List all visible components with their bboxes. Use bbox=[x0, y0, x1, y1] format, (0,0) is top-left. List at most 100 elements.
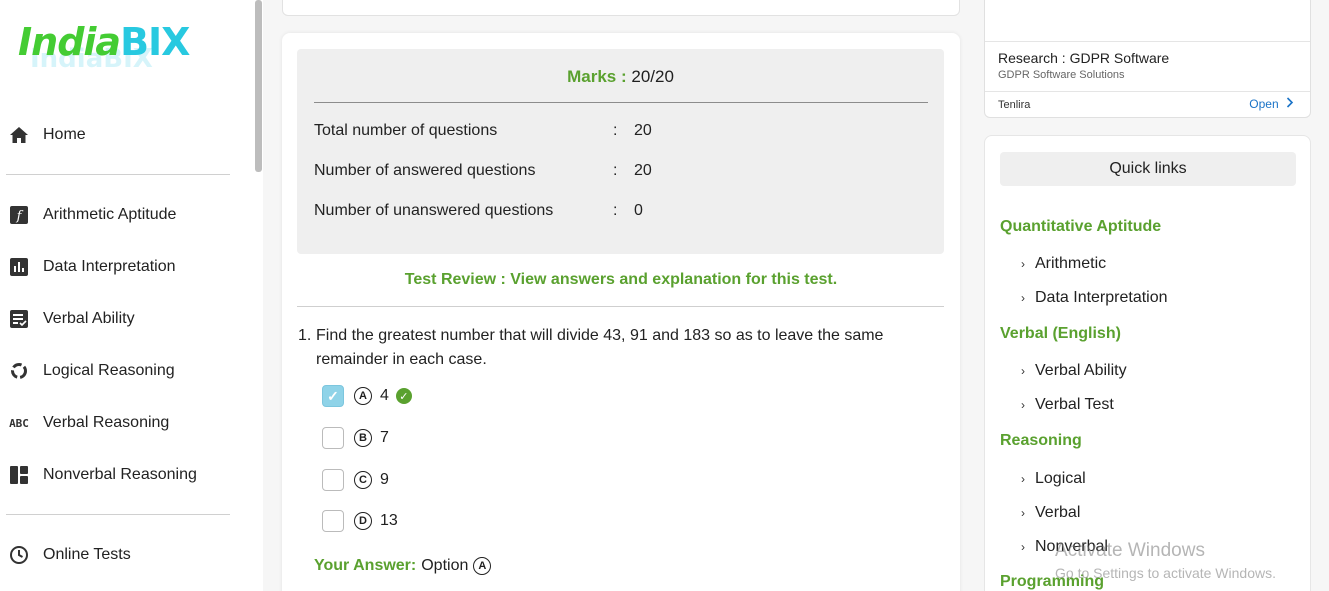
quick-link-label: Verbal Test bbox=[1035, 396, 1114, 413]
marks-summary: Marks : 20/20 Total number of questions … bbox=[297, 49, 944, 254]
option-value: 4 bbox=[380, 387, 389, 404]
option-checkbox[interactable] bbox=[322, 427, 344, 449]
chevron-right-icon: › bbox=[1021, 472, 1025, 486]
quick-link-verbal-ability[interactable]: › Verbal Ability bbox=[1021, 362, 1127, 380]
chevron-right-icon: › bbox=[1021, 506, 1025, 520]
sidebar-item-arithmetic-aptitude[interactable]: f Arithmetic Aptitude bbox=[8, 200, 248, 230]
stat-value: 20 bbox=[634, 162, 652, 179]
logo-text: IndiaBIX bbox=[18, 20, 190, 64]
stat-label: Number of unanswered questions bbox=[314, 202, 554, 219]
option-letter: D bbox=[354, 512, 372, 530]
ad-open-button[interactable]: Open bbox=[1249, 97, 1294, 111]
your-answer-label: Your Answer: bbox=[314, 557, 417, 574]
dashboard-icon bbox=[8, 464, 30, 486]
quick-link-data-interpretation[interactable]: › Data Interpretation bbox=[1021, 289, 1168, 307]
stat-total-questions: Total number of questions : 20 bbox=[314, 122, 652, 140]
quick-link-arithmetic[interactable]: › Arithmetic bbox=[1021, 255, 1106, 273]
quick-link-label: Verbal bbox=[1035, 504, 1081, 521]
sidebar-item-data-interpretation[interactable]: Data Interpretation bbox=[8, 252, 248, 282]
stat-value: 20 bbox=[634, 122, 652, 139]
quick-link-verbal-test[interactable]: › Verbal Test bbox=[1021, 396, 1114, 414]
quick-link-logical[interactable]: › Logical bbox=[1021, 470, 1086, 488]
chevron-right-icon: › bbox=[1021, 540, 1025, 554]
sidebar-item-online-tests[interactable]: Online Tests bbox=[8, 540, 248, 570]
sidebar: IndiaBIX IndiaBIX Home f Arithmetic Apti… bbox=[0, 0, 263, 591]
your-answer-letter: A bbox=[473, 557, 492, 575]
quick-link-label: Data Interpretation bbox=[1035, 289, 1168, 306]
home-icon bbox=[8, 124, 30, 146]
ad-divider bbox=[985, 91, 1310, 92]
stat-label: Total number of questions bbox=[314, 122, 498, 139]
activate-windows-watermark: Activate Windows bbox=[1055, 540, 1205, 561]
quick-links-section-quantitative[interactable]: Quantitative Aptitude bbox=[1000, 218, 1161, 236]
sidebar-item-verbal-ability[interactable]: Verbal Ability bbox=[8, 304, 248, 334]
sidebar-item-label: Verbal Ability bbox=[43, 310, 135, 327]
ad-subtitle: GDPR Software Solutions bbox=[998, 69, 1125, 81]
marks-label: Marks : bbox=[567, 67, 627, 86]
option-a[interactable]: ✓ A 4 ✓ bbox=[322, 385, 412, 407]
sidebar-item-logical-reasoning[interactable]: Logical Reasoning bbox=[8, 356, 248, 386]
ad-title[interactable]: Research : GDPR Software bbox=[998, 50, 1169, 66]
your-answer-text: Option bbox=[421, 557, 469, 574]
stat-answered-questions: Number of answered questions : 20 bbox=[314, 162, 652, 180]
chevron-right-icon: › bbox=[1021, 257, 1025, 271]
option-letter: A bbox=[354, 387, 372, 405]
quick-link-verbal[interactable]: › Verbal bbox=[1021, 504, 1080, 522]
sidebar-item-label: Nonverbal Reasoning bbox=[43, 466, 197, 483]
ad-card[interactable]: Research : GDPR Software GDPR Software S… bbox=[984, 0, 1311, 118]
stat-unanswered-questions: Number of unanswered questions : 0 bbox=[314, 202, 643, 220]
option-checkbox[interactable] bbox=[322, 469, 344, 491]
sidebar-item-label: Verbal Reasoning bbox=[43, 414, 170, 431]
sidebar-item-label: Home bbox=[43, 126, 86, 143]
sidebar-item-nonverbal-reasoning[interactable]: Nonverbal Reasoning bbox=[8, 460, 248, 490]
sidebar-item-label: Data Interpretation bbox=[43, 258, 176, 275]
question-text: Find the greatest number that will divid… bbox=[316, 327, 884, 368]
clock-icon bbox=[8, 544, 30, 566]
sidebar-scrollbar[interactable] bbox=[255, 0, 262, 172]
option-b[interactable]: B 7 bbox=[322, 427, 389, 449]
chevron-right-icon bbox=[1286, 97, 1294, 111]
quick-links-section-reasoning[interactable]: Reasoning bbox=[1000, 432, 1082, 450]
stat-value: 0 bbox=[634, 202, 643, 219]
your-answer: Your Answer: Option A bbox=[314, 557, 492, 575]
option-checkbox-checked[interactable]: ✓ bbox=[322, 385, 344, 407]
cycle-icon bbox=[8, 360, 30, 382]
correct-check-icon: ✓ bbox=[395, 388, 412, 404]
quick-links-card: Quick links Quantitative Aptitude › Arit… bbox=[984, 135, 1311, 591]
quick-links-section-verbal[interactable]: Verbal (English) bbox=[1000, 325, 1121, 343]
marks-value: 20/20 bbox=[631, 67, 674, 86]
activate-windows-hint: Go to Settings to activate Windows. bbox=[1055, 565, 1276, 581]
sidebar-divider bbox=[6, 174, 230, 175]
option-value: 13 bbox=[380, 512, 398, 529]
option-letter: C bbox=[354, 471, 372, 489]
marks-heading: Marks : 20/20 bbox=[297, 67, 944, 87]
option-value: 9 bbox=[380, 471, 389, 488]
quick-link-label: Verbal Ability bbox=[1035, 362, 1127, 379]
chevron-right-icon: › bbox=[1021, 291, 1025, 305]
question-number: 1. bbox=[298, 327, 312, 344]
indiabix-logo[interactable]: IndiaBIX IndiaBIX bbox=[16, 14, 221, 74]
test-result-card: Marks : 20/20 Total number of questions … bbox=[282, 33, 960, 591]
sidebar-item-label: Logical Reasoning bbox=[43, 362, 175, 379]
stat-colon: : bbox=[613, 162, 618, 179]
test-review-link[interactable]: Test Review : View answers and explanati… bbox=[282, 271, 960, 289]
quick-link-label: Arithmetic bbox=[1035, 255, 1107, 272]
stat-colon: : bbox=[613, 122, 618, 139]
ad-brand: Tenlira bbox=[998, 99, 1031, 111]
sidebar-item-label: Arithmetic Aptitude bbox=[43, 206, 177, 223]
ad-divider bbox=[985, 41, 1310, 42]
sidebar-item-label: Online Tests bbox=[43, 546, 131, 563]
section-divider bbox=[297, 306, 944, 307]
option-c[interactable]: C 9 bbox=[322, 469, 389, 491]
chevron-right-icon: › bbox=[1021, 398, 1025, 412]
abc-icon: ABC bbox=[9, 416, 29, 430]
previous-card bbox=[282, 0, 960, 16]
ad-open-label: Open bbox=[1249, 97, 1279, 111]
option-d[interactable]: D 13 bbox=[322, 510, 398, 532]
option-value: 7 bbox=[380, 429, 389, 446]
sidebar-item-verbal-reasoning[interactable]: ABC Verbal Reasoning bbox=[8, 408, 248, 438]
sidebar-item-home[interactable]: Home bbox=[8, 120, 248, 150]
option-checkbox[interactable] bbox=[322, 510, 344, 532]
stat-label: Number of answered questions bbox=[314, 162, 536, 179]
function-icon: f bbox=[8, 204, 30, 226]
